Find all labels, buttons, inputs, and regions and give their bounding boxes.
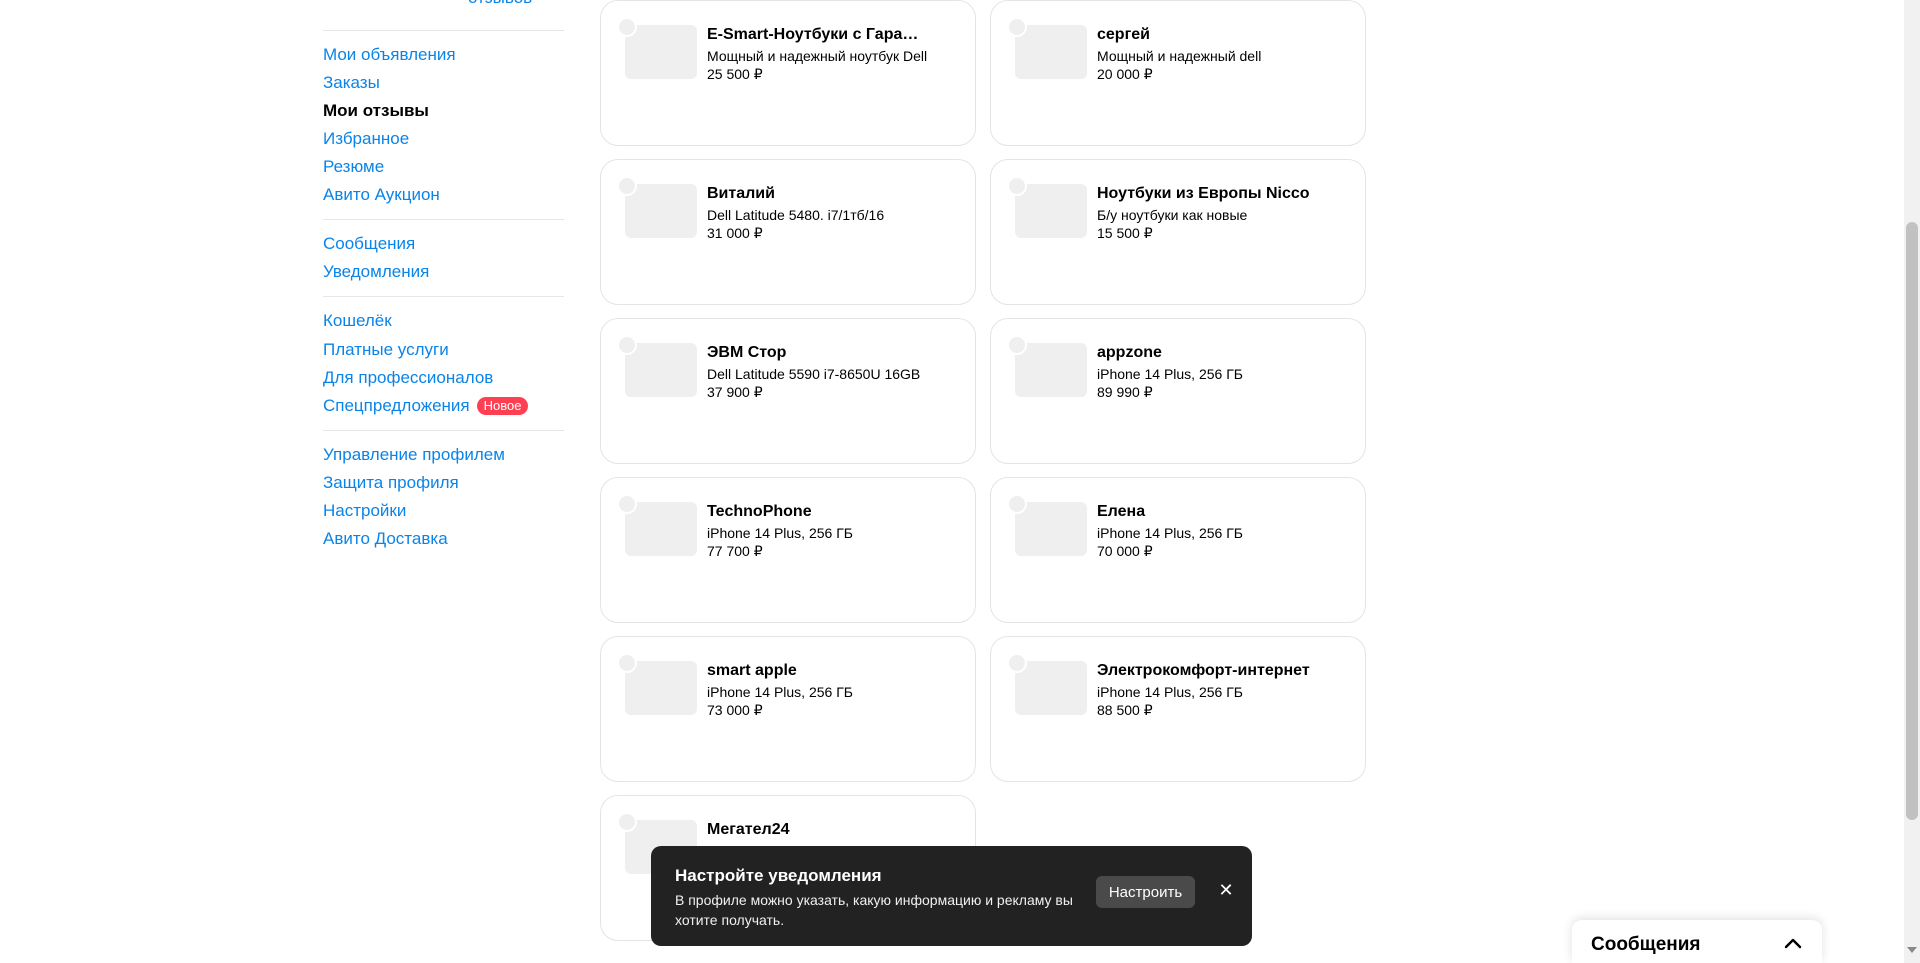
seller-name: Виталий — [707, 185, 775, 202]
sidebar-item-wallet[interactable]: Кошелёк — [323, 310, 392, 332]
item-title: iPhone 14 Plus, 256 ГБ — [707, 525, 853, 541]
item-price: 25 500 ₽ — [707, 66, 763, 82]
review-card[interactable]: Ноутбуки из Европы Nicco Б/у ноутбуки ка… — [990, 159, 1366, 305]
seller-name: E-Smart-Ноутбуки с Гарантией — [707, 26, 927, 43]
sidebar-divider — [323, 219, 564, 220]
item-price: 77 700 ₽ — [707, 543, 763, 559]
sidebar-item-profile-protection[interactable]: Защита профиля — [323, 472, 459, 494]
item-title: iPhone 14 Plus, 256 ГБ — [707, 684, 853, 700]
sidebar-item-paid-services[interactable]: Платные услуги — [323, 339, 449, 361]
seller-name: Мегател24 — [707, 821, 790, 838]
seller-name: Электрокомфорт-интернет — [1097, 662, 1310, 679]
item-price: 37 900 ₽ — [707, 384, 763, 400]
scrollbar-thumb[interactable] — [1906, 222, 1918, 820]
review-card[interactable]: appzone iPhone 14 Plus, 256 ГБ 89 990 ₽ — [990, 318, 1366, 464]
rating-fragment: ˘ отзывов — [323, 0, 564, 32]
item-thumbnail — [1015, 184, 1087, 238]
sidebar-item-label: Спецпредложения — [323, 396, 470, 415]
rating-fragment-glyph: ˘ — [335, 0, 341, 2]
sidebar-divider — [323, 296, 564, 297]
seller-avatar — [617, 335, 637, 355]
sidebar-item-my-ads[interactable]: Мои объявления — [323, 44, 456, 66]
review-card[interactable]: Электрокомфорт-интернет iPhone 14 Plus, … — [990, 636, 1366, 782]
toast-title: Настройте уведомления — [675, 866, 882, 885]
seller-avatar — [617, 812, 637, 832]
sidebar-item-favorites[interactable]: Избранное — [323, 128, 409, 150]
item-thumbnail — [1015, 661, 1087, 715]
sidebar-item-delivery[interactable]: Авито Доставка — [323, 528, 448, 550]
seller-avatar — [1007, 653, 1027, 673]
seller-name: сергей — [1097, 26, 1150, 43]
item-thumbnail — [625, 661, 697, 715]
item-title: Dell Latitude 5590 i7-8650U 16GB — [707, 366, 921, 382]
item-thumbnail — [1015, 502, 1087, 556]
toast-text: В профиле можно указать, какую информаци… — [675, 892, 1073, 928]
review-card[interactable]: Виталий Dell Latitude 5480. i7/1тб/16 31… — [600, 159, 976, 305]
item-price: 73 000 ₽ — [707, 702, 763, 718]
seller-avatar — [1007, 176, 1027, 196]
sidebar-item-for-pros[interactable]: Для профессионалов — [323, 367, 493, 389]
new-badge: Новое — [476, 397, 529, 415]
review-card[interactable]: E-Smart-Ноутбуки с Гарантией Мощный и на… — [600, 0, 976, 146]
seller-name: Ноутбуки из Европы Nicco — [1097, 185, 1310, 202]
seller-name: smart apple — [707, 662, 797, 679]
messenger-title: Сообщения — [1591, 934, 1701, 955]
item-thumbnail — [625, 184, 697, 238]
sidebar-item-special-offers[interactable]: Спецпредложения Новое — [323, 395, 529, 417]
sidebar-item-orders[interactable]: Заказы — [323, 72, 380, 94]
item-price: 70 000 ₽ — [1097, 543, 1153, 559]
seller-avatar — [617, 176, 637, 196]
sidebar-item-my-reviews[interactable]: Мои отзывы — [323, 100, 429, 122]
item-title: iPhone 14 Plus, 256 ГБ — [1097, 525, 1243, 541]
review-card[interactable]: Елена iPhone 14 Plus, 256 ГБ 70 000 ₽ — [990, 477, 1366, 623]
seller-name: TechnoPhone — [707, 503, 812, 520]
sidebar-item-messages[interactable]: Сообщения — [323, 233, 415, 255]
review-card[interactable]: сергей Мощный и надежный dell 20 000 ₽ — [990, 0, 1366, 146]
item-title: iPhone 14 Plus, 256 ГБ — [1097, 684, 1243, 700]
seller-name: Елена — [1097, 503, 1146, 520]
item-price: 20 000 ₽ — [1097, 66, 1153, 82]
item-thumbnail — [625, 343, 697, 397]
seller-avatar — [617, 494, 637, 514]
reviews-count-link[interactable]: отзывов — [468, 0, 532, 8]
sidebar-item-notifications[interactable]: Уведомления — [323, 261, 429, 283]
seller-name: appzone — [1097, 344, 1162, 361]
item-price: 15 500 ₽ — [1097, 225, 1153, 241]
seller-avatar — [1007, 17, 1027, 37]
item-thumbnail — [1015, 25, 1087, 79]
notification-settings-toast: Настройте уведомления В профиле можно ук… — [651, 846, 1252, 946]
sidebar-divider — [323, 30, 564, 31]
item-thumbnail — [625, 502, 697, 556]
item-title: Мощный и надежный dell — [1097, 48, 1262, 64]
chevron-up-icon[interactable] — [1782, 932, 1804, 954]
scroll-down-icon[interactable] — [1907, 947, 1917, 953]
sidebar-divider — [323, 430, 564, 431]
configure-button[interactable]: Настроить — [1096, 876, 1195, 908]
sidebar-item-profile-management[interactable]: Управление профилем — [323, 444, 505, 466]
review-card[interactable]: ЭВМ Стор Dell Latitude 5590 i7-8650U 16G… — [600, 318, 976, 464]
sidebar-item-resume[interactable]: Резюме — [323, 156, 384, 178]
messenger-tab[interactable]: Сообщения — [1572, 920, 1822, 963]
item-price: 89 990 ₽ — [1097, 384, 1153, 400]
item-thumbnail — [1015, 343, 1087, 397]
review-card[interactable]: TechnoPhone iPhone 14 Plus, 256 ГБ 77 70… — [600, 477, 976, 623]
seller-avatar — [617, 17, 637, 37]
seller-avatar — [1007, 494, 1027, 514]
review-card[interactable]: smart apple iPhone 14 Plus, 256 ГБ 73 00… — [600, 636, 976, 782]
item-title: iPhone 14 Plus, 256 ГБ — [1097, 366, 1243, 382]
seller-avatar — [617, 653, 637, 673]
item-title: Мощный и надежный ноутбук Dell — [707, 48, 928, 64]
close-icon[interactable]: ✕ — [1215, 879, 1237, 901]
sidebar-item-settings[interactable]: Настройки — [323, 500, 406, 522]
item-thumbnail — [625, 25, 697, 79]
sidebar-item-auction[interactable]: Авито Аукцион — [323, 184, 440, 206]
item-price: 31 000 ₽ — [707, 225, 763, 241]
seller-name: ЭВМ Стор — [707, 344, 787, 361]
item-price: 88 500 ₽ — [1097, 702, 1153, 718]
item-title: Б/у ноутбуки как новые — [1097, 207, 1248, 223]
seller-avatar — [1007, 335, 1027, 355]
item-title: Dell Latitude 5480. i7/1тб/16 — [707, 207, 885, 223]
